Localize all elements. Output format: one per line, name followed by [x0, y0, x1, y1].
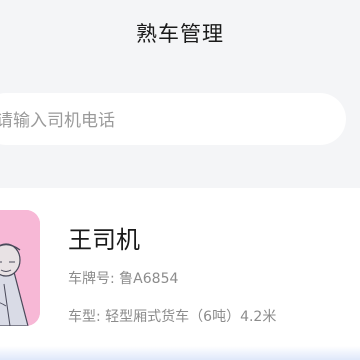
- bottom-fade: [0, 346, 360, 360]
- plate-value: 鲁A6854: [119, 271, 179, 287]
- vehicle-type-row: 车型: 轻型厢式货车（6吨）4.2米: [68, 306, 276, 326]
- driver-name: 王司机: [68, 226, 140, 254]
- page-title: 熟车管理: [136, 22, 224, 46]
- search-input[interactable]: 请输入司机电话: [0, 93, 346, 145]
- vehicle-type-value: 轻型厢式货车（6吨）4.2米: [105, 309, 277, 325]
- plate-label: 车牌号:: [68, 271, 115, 287]
- driver-card[interactable]: 王司机 车牌号: 鲁A6854 车型: 轻型厢式货车（6吨）4.2米: [0, 188, 360, 360]
- driver-avatar-illustration: [0, 210, 40, 326]
- search-placeholder: 请输入司机电话: [0, 111, 115, 131]
- app-screen: 熟车管理 请输入司机电话 王司机 车牌号: 鲁A6854 车型: 轻型厢式货车（…: [0, 0, 360, 360]
- avatar: [0, 210, 40, 326]
- vehicle-type-label: 车型:: [68, 309, 101, 325]
- license-plate-row: 车牌号: 鲁A6854: [68, 268, 178, 288]
- nav-bar: 熟车管理: [0, 0, 360, 72]
